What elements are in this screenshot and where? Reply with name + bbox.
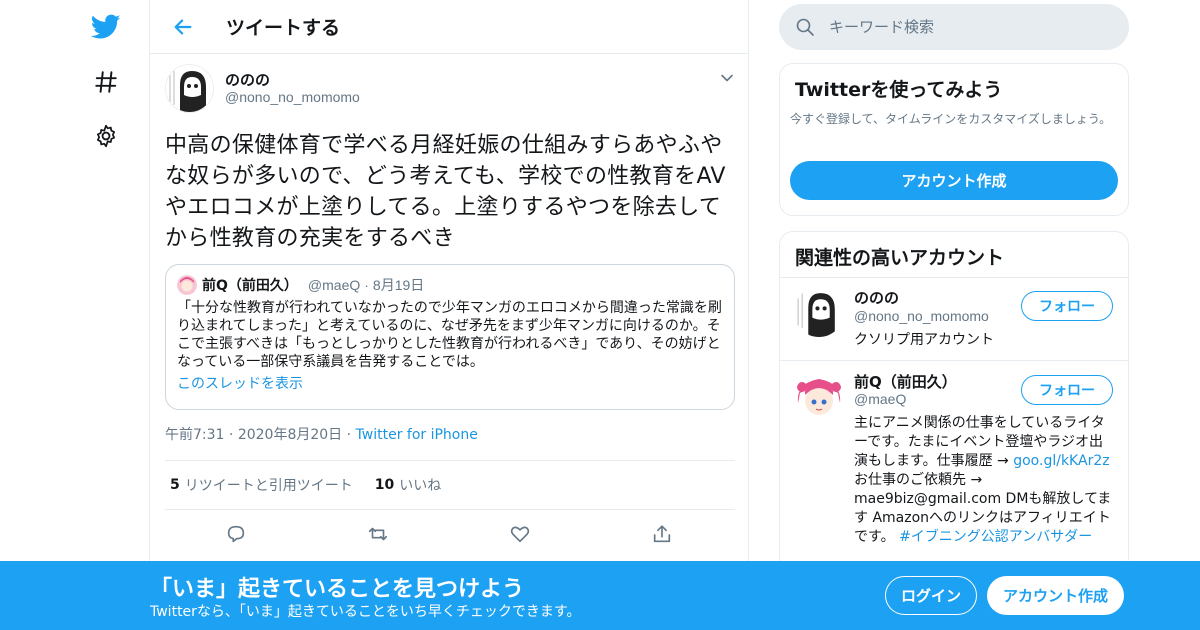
follow-button[interactable]: フォロー — [1021, 375, 1113, 405]
avatar[interactable] — [165, 64, 214, 113]
related-account-bio: クソリプ用アカウント — [854, 332, 994, 348]
likes-label[interactable]: いいね — [399, 475, 441, 495]
avatar[interactable] — [794, 287, 844, 337]
tweet-author-handle[interactable]: @nono_no_momomo — [225, 89, 360, 105]
related-accounts-title: 関連性の高いアカウント — [780, 232, 1128, 278]
related-account-handle[interactable]: @maeQ — [854, 391, 906, 407]
signup-card-title: Twitterを使ってみよう — [795, 79, 1003, 101]
quoted-date: 8月19日 — [372, 277, 425, 293]
tweet-time[interactable]: 午前7:31 — [165, 427, 224, 443]
avatar[interactable] — [794, 373, 844, 423]
quoted-author-name: 前Q（前田久） — [202, 278, 298, 294]
separator-dot: · — [346, 427, 356, 443]
tweet: ののの @nono_no_momomo 中高の保健体育で学べる月経妊娠の仕組みす… — [165, 64, 735, 560]
share-icon[interactable] — [651, 523, 673, 545]
related-account[interactable]: ののの @nono_no_momomo クソリプ用アカウント フォロー — [780, 278, 1128, 361]
back-arrow-icon[interactable] — [168, 12, 198, 42]
quoted-avatar — [177, 275, 197, 295]
search-box[interactable] — [779, 4, 1129, 50]
quoted-author-handle: @maeQ — [307, 277, 361, 293]
quoted-text: 「十分な性教育が行われていなかったので少年マンガのエロコメから間違った常識を刷り… — [177, 300, 722, 370]
tweet-author: ののの @nono_no_momomo — [165, 64, 735, 116]
related-account[interactable]: 前Q（前田久） @maeQ 主にアニメ関係の仕事をしているライターです。たまにイ… — [780, 361, 1128, 570]
likes-count[interactable]: 10 — [375, 477, 394, 493]
tweet-actions — [165, 510, 735, 560]
login-button[interactable]: ログイン — [885, 576, 977, 615]
tweet-text: 中高の保健体育で学べる月経妊娠の仕組みすらあやふやな奴らが多いので、どう考えても… — [165, 133, 726, 251]
twitter-bird-icon[interactable] — [88, 9, 124, 45]
search-input[interactable] — [829, 18, 1109, 36]
hashtag-icon[interactable] — [88, 64, 124, 100]
page-title: ツイートする — [226, 17, 341, 39]
tweet-author-name[interactable]: ののの — [225, 69, 270, 90]
tweet-source-link[interactable]: Twitter for iPhone — [356, 427, 478, 443]
reply-icon[interactable] — [225, 523, 247, 545]
related-accounts-card: 関連性の高いアカウント ののの @nono_no_momomo クソリプ用アカウ… — [779, 231, 1129, 571]
main-column: ツイートする ののの @nono_no_momomo 中高の保健体育で学べる月経… — [149, 0, 749, 630]
search-icon — [795, 17, 815, 37]
like-heart-icon[interactable] — [509, 523, 531, 545]
related-account-name[interactable]: 前Q（前田久） — [854, 371, 957, 392]
signup-button[interactable]: アカウント作成 — [987, 576, 1124, 615]
bio-link[interactable]: goo.gl/kKAr2z — [1013, 453, 1109, 469]
banner-subtitle: Twitterなら、「いま」起きていることをいち早くチェックできます。 — [150, 604, 581, 620]
signup-banner: 「いま」起きていることを見つけよう Twitterなら、「いま」起きていることを… — [0, 561, 1200, 630]
related-account-bio: 主にアニメ関係の仕事をしているライターです。たまにイベント登壇やラジオ出演もしま… — [854, 414, 1116, 547]
page: ツイートする ののの @nono_no_momomo 中高の保健体育で学べる月経… — [0, 0, 1200, 630]
separator-dot: · — [228, 427, 238, 443]
bio-hashtag-link[interactable]: #イブニング公認アンバサダー — [899, 529, 1092, 545]
signup-card-subtitle: 今すぐ登録して、タイムラインをカスタマイズしましょう。 — [790, 112, 1112, 126]
quoted-tweet-header: 前Q（前田久） @maeQ · 8月19日 — [177, 275, 723, 295]
quoted-tweet[interactable]: 前Q（前田久） @maeQ · 8月19日 「十分な性教育が行われていなかったの… — [165, 264, 735, 410]
signup-card: Twitterを使ってみよう 今すぐ登録して、タイムラインをカスタマイズしましょ… — [779, 63, 1129, 216]
tweet-date[interactable]: 2020年8月20日 — [238, 427, 342, 443]
follow-button[interactable]: フォロー — [1021, 291, 1113, 321]
chevron-down-icon[interactable] — [719, 70, 735, 86]
show-thread-link[interactable]: このスレッドを表示 — [177, 373, 723, 393]
create-account-button[interactable]: アカウント作成 — [790, 161, 1118, 200]
tweet-timestamp: 午前7:31 · 2020年8月20日 · Twitter for iPhone — [165, 424, 735, 444]
header-bar: ツイートする — [150, 0, 748, 54]
banner-title: 「いま」起きていることを見つけよう — [150, 577, 525, 602]
tweet-stats: 5 リツイートと引用ツイート 10 いいね — [165, 460, 735, 510]
related-account-name[interactable]: ののの — [854, 287, 899, 308]
related-account-handle[interactable]: @nono_no_momomo — [854, 308, 989, 324]
separator-dot: · — [364, 277, 369, 293]
retweet-icon[interactable] — [367, 523, 389, 545]
gear-icon[interactable] — [88, 118, 124, 154]
retweets-label[interactable]: リツイートと引用ツイート — [185, 475, 353, 495]
retweets-count[interactable]: 5 — [170, 477, 180, 493]
